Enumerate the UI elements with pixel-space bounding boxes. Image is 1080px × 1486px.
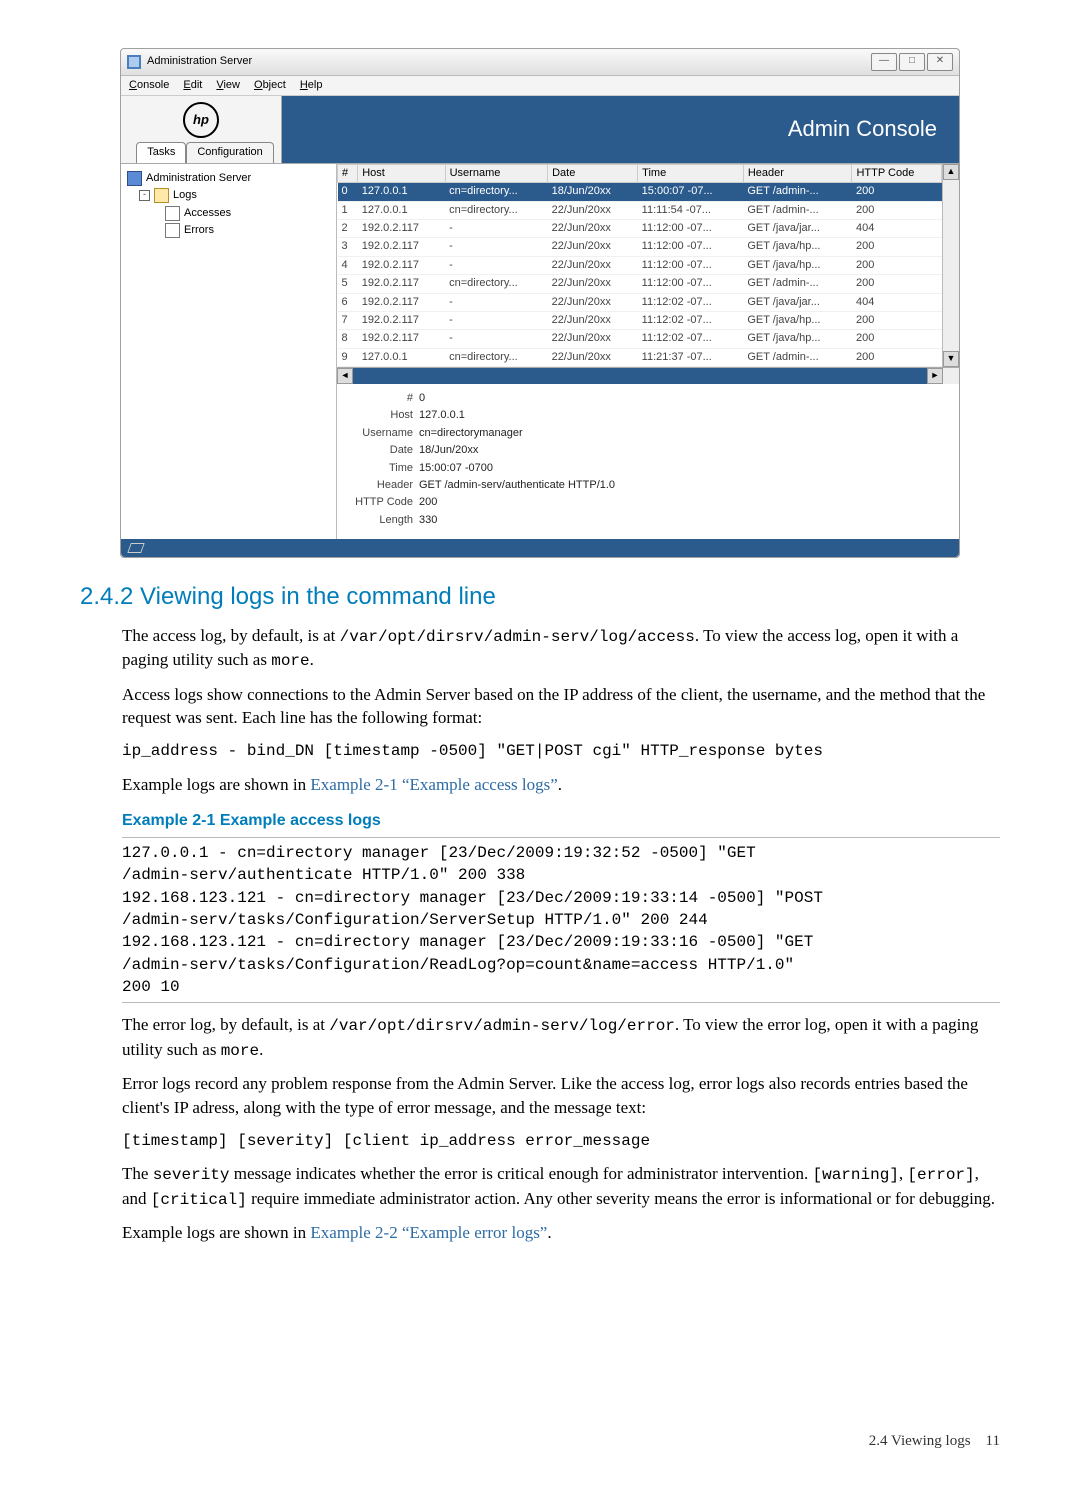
- minimize-button[interactable]: —: [871, 53, 897, 71]
- menu-object[interactable]: Object: [254, 78, 286, 93]
- log-table: #HostUsernameDateTimeHeaderHTTP Code 012…: [337, 164, 942, 367]
- column-header[interactable]: Host: [358, 164, 445, 182]
- tree-logs[interactable]: - Logs: [125, 187, 332, 204]
- status-bar: [121, 539, 959, 557]
- scroll-right-icon[interactable]: ►: [927, 368, 943, 384]
- window-title: Administration Server: [147, 54, 865, 69]
- nav-tree: Administration Server - Logs Accesses Er…: [121, 164, 337, 539]
- table-row[interactable]: 9127.0.0.1cn=directory...22/Jun/20xx11:2…: [338, 348, 942, 366]
- file-icon: [165, 206, 180, 221]
- horizontal-scrollbar[interactable]: ◄ ►: [337, 368, 959, 384]
- xref-example-2-2[interactable]: Example 2-2 “Example error logs”: [310, 1223, 547, 1242]
- server-icon: [127, 171, 142, 186]
- menu-help[interactable]: Help: [300, 78, 323, 93]
- example-body: 127.0.0.1 - cn=directory manager [23/Dec…: [122, 842, 1000, 999]
- scroll-left-icon[interactable]: ◄: [337, 368, 353, 384]
- para: Example logs are shown in Example 2-1 “E…: [122, 773, 1000, 797]
- brand-title: Admin Console: [282, 96, 959, 162]
- table-row[interactable]: 8192.0.2.117-22/Jun/20xx11:12:02 -07...G…: [338, 330, 942, 348]
- example-heading: Example 2-1 Example access logs: [122, 810, 1000, 832]
- menu-console[interactable]: Console: [129, 78, 169, 93]
- para: The severity message indicates whether t…: [122, 1162, 1000, 1211]
- xref-example-2-1[interactable]: Example 2-1 “Example access logs”: [310, 775, 557, 794]
- menu-bar: Console Edit View Object Help: [121, 76, 959, 96]
- menu-view[interactable]: View: [216, 78, 240, 93]
- table-row[interactable]: 5192.0.2.117cn=directory...22/Jun/20xx11…: [338, 275, 942, 293]
- format-line: [timestamp] [severity] [client ip_addres…: [122, 1130, 1000, 1152]
- tree-errors[interactable]: Errors: [125, 222, 332, 239]
- tree-accesses[interactable]: Accesses: [125, 205, 332, 222]
- column-header[interactable]: Username: [445, 164, 547, 182]
- table-row[interactable]: 4192.0.2.117-22/Jun/20xx11:12:00 -07...G…: [338, 256, 942, 274]
- scroll-up-icon[interactable]: ▲: [943, 164, 959, 180]
- format-line: ip_address - bind_DN [timestamp -0500] "…: [122, 740, 1000, 762]
- tree-root[interactable]: Administration Server: [125, 170, 332, 187]
- menu-edit[interactable]: Edit: [183, 78, 202, 93]
- key-icon: [127, 543, 145, 553]
- section-heading: 2.4.2 Viewing logs in the command line: [80, 580, 1000, 614]
- table-row[interactable]: 0127.0.0.1cn=directory...18/Jun/20xx15:0…: [338, 183, 942, 201]
- folder-icon: [154, 188, 169, 203]
- detail-panel: #0 Host127.0.0.1 Usernamecn=directoryman…: [337, 384, 959, 539]
- tab-configuration[interactable]: Configuration: [186, 142, 273, 162]
- column-header[interactable]: HTTP Code: [852, 164, 942, 182]
- page-footer: 2.4 Viewing logs 11: [869, 1431, 1000, 1452]
- column-header[interactable]: Time: [638, 164, 744, 182]
- close-button[interactable]: ✕: [927, 53, 953, 71]
- table-row[interactable]: 3192.0.2.117-22/Jun/20xx11:12:00 -07...G…: [338, 238, 942, 256]
- para: The access log, by default, is at /var/o…: [122, 624, 1000, 673]
- column-header[interactable]: Header: [743, 164, 852, 182]
- scroll-down-icon[interactable]: ▼: [943, 351, 959, 367]
- admin-console-window: Administration Server — □ ✕ Console Edit…: [120, 48, 960, 558]
- collapse-icon[interactable]: -: [139, 190, 150, 201]
- divider: [122, 1002, 1000, 1003]
- table-row[interactable]: 6192.0.2.117-22/Jun/20xx11:12:02 -07...G…: [338, 293, 942, 311]
- column-header[interactable]: Date: [548, 164, 638, 182]
- divider: [122, 837, 1000, 838]
- column-header[interactable]: #: [338, 164, 358, 182]
- file-icon: [165, 223, 180, 238]
- hp-logo-icon: hp: [183, 102, 219, 138]
- table-row[interactable]: 7192.0.2.117-22/Jun/20xx11:12:02 -07...G…: [338, 311, 942, 329]
- para: Example logs are shown in Example 2-2 “E…: [122, 1221, 1000, 1245]
- app-icon: [127, 55, 141, 69]
- maximize-button[interactable]: □: [899, 53, 925, 71]
- para: Error logs record any problem response f…: [122, 1072, 1000, 1120]
- para: Access logs show connections to the Admi…: [122, 683, 1000, 731]
- vertical-scrollbar[interactable]: ▲ ▼: [942, 164, 959, 367]
- para: The error log, by default, is at /var/op…: [122, 1013, 1000, 1062]
- table-row[interactable]: 1127.0.0.1cn=directory...22/Jun/20xx11:1…: [338, 201, 942, 219]
- tab-tasks[interactable]: Tasks: [136, 142, 186, 162]
- table-row[interactable]: 2192.0.2.117-22/Jun/20xx11:12:00 -07...G…: [338, 219, 942, 237]
